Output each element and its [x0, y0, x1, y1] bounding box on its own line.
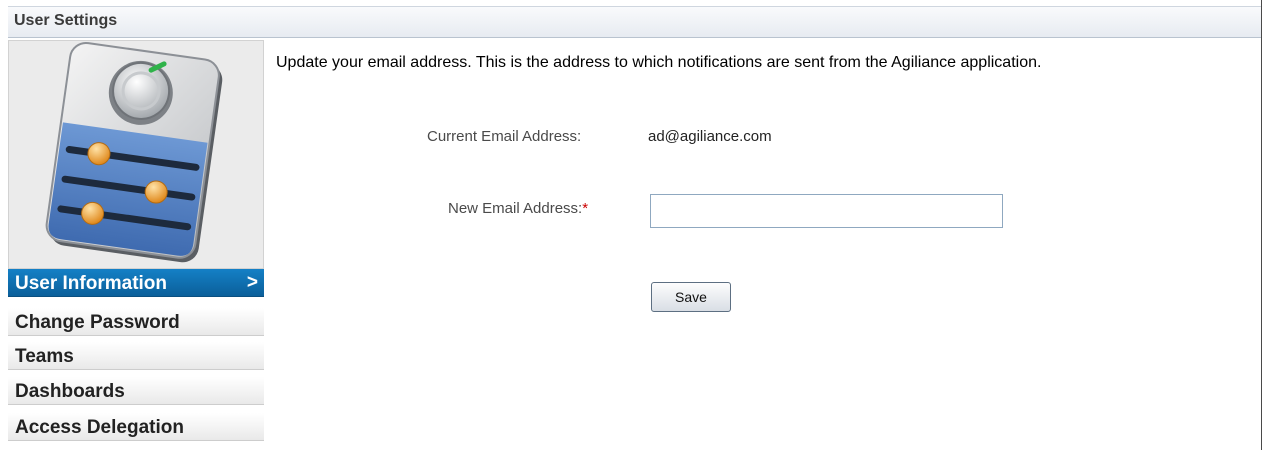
sidebar-item-dashboards[interactable]: Dashboards: [8, 377, 264, 405]
sidebar-item-label: Change Password: [15, 312, 180, 333]
new-email-label-wrap: New Email Address:*: [448, 200, 588, 217]
sidebar: User Information > Change Password Teams…: [8, 40, 264, 450]
settings-graphic-panel: [8, 40, 264, 269]
sidebar-item-user-information[interactable]: User Information >: [8, 269, 264, 297]
sidebar-item-label: Teams: [15, 346, 74, 367]
sidebar-item-label: Access Delegation: [15, 417, 184, 438]
new-email-field[interactable]: [650, 194, 1003, 228]
sidebar-item-access-delegation[interactable]: Access Delegation: [8, 413, 264, 441]
sidebar-item-change-password[interactable]: Change Password: [8, 308, 264, 336]
current-email-value: ad@agiliance.com: [648, 128, 772, 145]
settings-sliders-dial-icon: [45, 41, 223, 263]
sidebar-item-teams[interactable]: Teams: [8, 342, 264, 370]
window-title: User Settings: [14, 12, 118, 29]
sidebar-item-label: User Information: [15, 273, 168, 294]
current-email-label: Current Email Address:: [427, 128, 582, 145]
title-bar: User Settings: [8, 6, 1261, 38]
chevron-right-icon: >: [246, 272, 258, 293]
required-marker: *: [582, 200, 589, 217]
main-content: Update your email address. This is the a…: [264, 40, 1261, 450]
page-description: Update your email address. This is the a…: [276, 54, 1042, 71]
sidebar-item-label: Dashboards: [15, 381, 125, 402]
user-settings-window: User Settings User Information > Change …: [0, 0, 1262, 450]
new-email-label: New Email Address:: [448, 200, 583, 217]
save-button[interactable]: Save: [651, 282, 731, 312]
